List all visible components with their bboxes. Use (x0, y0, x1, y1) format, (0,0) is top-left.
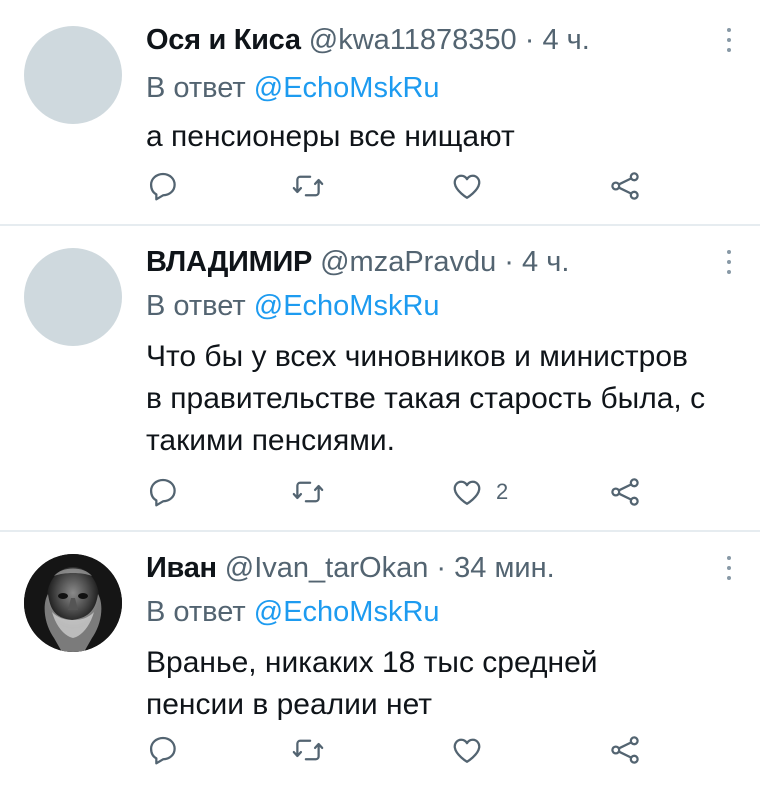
more-icon[interactable] (726, 250, 732, 280)
retweet-icon (292, 175, 324, 197)
tweet-header: ВЛАДИМИР @mzaPravdu · 4 ч. (146, 244, 569, 280)
retweet-button[interactable] (291, 730, 325, 770)
avatar[interactable] (24, 554, 122, 652)
share-button[interactable] (608, 166, 642, 206)
reply-prefix: В ответ (146, 596, 246, 628)
retweet-icon (292, 739, 324, 761)
avatar[interactable] (24, 248, 122, 346)
author-name[interactable]: ВЛАДИМИР (146, 246, 312, 278)
reply-button[interactable] (146, 730, 180, 770)
reply-context: В ответ @EchoMskRu (146, 594, 440, 630)
author-name[interactable]: Иван (146, 552, 217, 584)
tweet-text: Что бы у всех чиновников и министров в п… (146, 340, 706, 457)
separator: · (436, 552, 447, 584)
tweet-text: Вранье, никаких 18 тыс средней пенсии в … (146, 646, 598, 721)
tweet-actions (146, 730, 686, 770)
tweet[interactable]: Ося и Киса @kwa11878350 · 4 ч. В ответ @… (0, 0, 760, 226)
tweet-header: Иван @Ivan_tarOkan · 34 мин. (146, 550, 555, 586)
share-button[interactable] (608, 730, 642, 770)
retweet-button[interactable] (291, 166, 325, 206)
avatar[interactable] (24, 26, 122, 124)
separator: · (504, 246, 514, 278)
reply-icon (149, 172, 176, 201)
tweet-actions: 2 (146, 472, 686, 512)
like-icon (453, 738, 481, 763)
reply-button[interactable] (146, 472, 180, 512)
more-icon[interactable] (726, 28, 732, 58)
reply-prefix: В ответ (146, 290, 246, 322)
tweet-actions (146, 166, 686, 206)
share-button[interactable] (608, 472, 642, 512)
share-icon (611, 478, 639, 506)
reply-prefix: В ответ (146, 72, 246, 104)
timestamp[interactable]: 4 ч. (522, 246, 569, 278)
author-name[interactable]: Ося и Киса (146, 24, 301, 56)
author-handle[interactable]: @mzaPravdu (320, 246, 496, 278)
share-icon (611, 172, 639, 200)
like-icon (453, 174, 481, 199)
timestamp[interactable]: 4 ч. (542, 24, 589, 56)
timestamp[interactable]: 34 мин. (454, 552, 555, 584)
tweet-header: Ося и Киса @kwa11878350 · 4 ч. (146, 22, 590, 58)
like-icon (453, 480, 481, 505)
retweet-icon (292, 481, 324, 503)
reply-mention[interactable]: @EchoMskRu (254, 72, 440, 104)
reply-icon (149, 478, 176, 507)
reply-context: В ответ @EchoMskRu (146, 288, 440, 324)
share-icon (611, 736, 639, 764)
more-icon[interactable] (726, 556, 732, 586)
reply-button[interactable] (146, 166, 180, 206)
tweet[interactable]: Иван @Ivan_tarOkan · 34 мин. В ответ @Ec… (0, 532, 760, 792)
reply-context: В ответ @EchoMskRu (146, 70, 440, 106)
like-button[interactable]: 2 (450, 472, 508, 512)
reply-icon (149, 736, 176, 765)
like-button[interactable] (450, 730, 496, 770)
like-button[interactable] (450, 166, 496, 206)
retweet-button[interactable] (291, 472, 325, 512)
avatar-photo-icon (24, 554, 122, 652)
author-handle[interactable]: @Ivan_tarOkan (225, 552, 429, 584)
reply-mention[interactable]: @EchoMskRu (254, 290, 440, 322)
tweet[interactable]: ВЛАДИМИР @mzaPravdu · 4 ч. В ответ @Echo… (0, 226, 760, 532)
separator: · (524, 24, 535, 56)
author-handle[interactable]: @kwa11878350 (309, 24, 517, 56)
like-count: 2 (496, 479, 509, 504)
reply-mention[interactable]: @EchoMskRu (254, 596, 440, 628)
tweet-text: а пенсионеры все нищают (146, 120, 515, 153)
